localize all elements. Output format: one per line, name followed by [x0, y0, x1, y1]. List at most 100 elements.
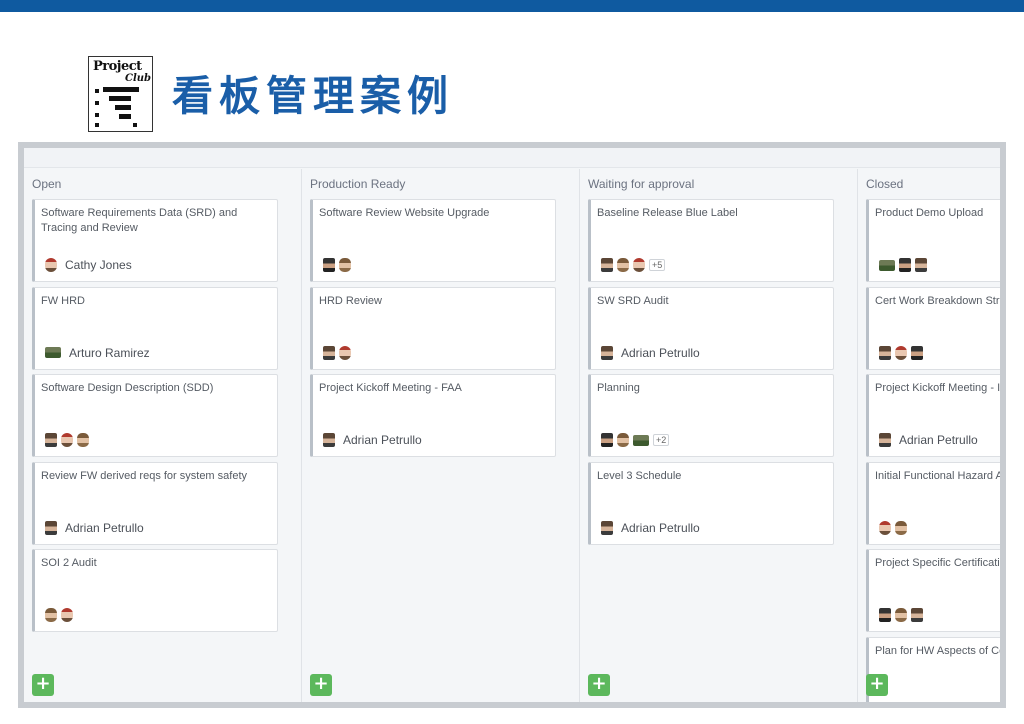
task-card-title: Project Kickoff Meeting - FAA: [319, 382, 462, 394]
avatar[interactable]: [617, 433, 629, 447]
avatar[interactable]: [915, 258, 927, 272]
avatar[interactable]: [339, 258, 351, 272]
avatar[interactable]: [911, 608, 923, 622]
kanban-board: Open Software Requirements Data (SRD) and…: [18, 142, 1006, 708]
avatar[interactable]: [879, 259, 895, 271]
task-card[interactable]: Cert Work Breakdown Stru: [866, 286, 1000, 370]
task-card[interactable]: Initial Functional Hazard A: [866, 461, 1000, 545]
column-open: Open Software Requirements Data (SRD) and…: [24, 169, 302, 702]
task-card-title: Initial Functional Hazard A: [875, 469, 1000, 482]
task-card-assignees: +5: [601, 258, 666, 272]
avatar[interactable]: [895, 345, 907, 360]
avatar[interactable]: [895, 608, 907, 622]
avatar[interactable]: [601, 345, 613, 360]
avatar[interactable]: [339, 345, 351, 360]
task-card-assignees: [45, 608, 73, 622]
task-card[interactable]: Software Review Website Upgrade: [310, 199, 556, 282]
avatar[interactable]: [77, 433, 89, 447]
task-card[interactable]: SW SRD Audit Adrian Petrullo: [588, 286, 834, 370]
assignee-name: Cathy Jones: [65, 258, 132, 272]
task-card-title: Product Demo Upload: [875, 207, 984, 219]
avatar[interactable]: [617, 258, 629, 272]
board-header-strip: [24, 148, 1000, 168]
avatar[interactable]: [45, 347, 61, 358]
task-card-title: SOI 2 Audit: [41, 557, 97, 569]
avatar[interactable]: [601, 258, 613, 272]
task-card-title: Software Review Website Upgrade: [319, 207, 490, 219]
task-card[interactable]: Software Requirements Data (SRD) and Tra…: [32, 199, 278, 282]
task-card[interactable]: Baseline Release Blue Label +5: [588, 199, 834, 282]
assignee-name: Adrian Petrullo: [621, 520, 700, 535]
avatar[interactable]: [879, 433, 891, 447]
avatar[interactable]: [879, 520, 891, 535]
add-card-button[interactable]: +: [32, 674, 54, 696]
column-waiting-for-approval: Waiting for approval Baseline Release Blu…: [580, 169, 858, 702]
column-title: Open: [32, 177, 62, 191]
task-card[interactable]: Project Kickoff Meeting - FAA Adrian Petr…: [310, 374, 556, 457]
task-card[interactable]: Planning +2: [588, 374, 834, 457]
avatar[interactable]: [45, 608, 57, 622]
assignee-name: Adrian Petrullo: [621, 345, 700, 360]
assignee-name: Adrian Petrullo: [65, 520, 144, 535]
avatar[interactable]: [601, 433, 613, 447]
column-closed: Closed Product Demo Upload Cert Work Break…: [858, 169, 1000, 702]
task-card-assignees: [879, 258, 927, 272]
task-card-assignees: Cathy Jones: [45, 258, 132, 272]
avatar[interactable]: [633, 258, 645, 272]
page-title: 看板管理案例: [172, 72, 454, 120]
task-card-title: Baseline Release Blue Label: [597, 207, 738, 219]
task-card-title: Software Requirements Data (SRD) and Tra…: [41, 207, 238, 234]
task-card-assignees: Adrian Petrullo: [323, 433, 422, 447]
task-card-title: Planning: [597, 382, 640, 394]
task-card[interactable]: Product Demo Upload: [866, 199, 1000, 282]
task-card-assignees: [879, 520, 907, 535]
task-card[interactable]: FW HRD Arturo Ramirez: [32, 286, 278, 370]
kanban-board-canvas: Open Software Requirements Data (SRD) and…: [24, 148, 1000, 702]
avatar[interactable]: [45, 433, 57, 447]
task-card[interactable]: Project Specific Certificatio: [866, 549, 1000, 632]
avatar[interactable]: [61, 608, 73, 622]
top-banner-bar: [0, 0, 1024, 12]
avatar[interactable]: [45, 520, 57, 535]
task-card-title: FW HRD: [41, 294, 85, 307]
avatar[interactable]: [879, 608, 891, 622]
task-card-assignees: +2: [601, 433, 670, 447]
avatar[interactable]: [895, 520, 907, 535]
add-card-button[interactable]: +: [866, 674, 888, 696]
task-card-assignees: Adrian Petrullo: [879, 433, 978, 447]
avatar[interactable]: [323, 433, 335, 447]
assignee-name: Arturo Ramirez: [69, 345, 150, 360]
task-card-title: Project Specific Certificatio: [875, 557, 1000, 569]
add-card-button[interactable]: +: [588, 674, 610, 696]
project-club-logo: Project Club: [88, 56, 153, 132]
task-card-title: Review FW derived reqs for system safety: [41, 469, 248, 482]
more-assignees-badge[interactable]: +5: [649, 259, 666, 271]
avatar[interactable]: [911, 345, 923, 360]
assignee-name: Adrian Petrullo: [343, 433, 422, 447]
task-card-title: Plan for HW Aspects of Cer: [875, 644, 1000, 657]
task-card-assignees: [323, 345, 351, 360]
add-card-button[interactable]: +: [310, 674, 332, 696]
avatar[interactable]: [61, 433, 73, 447]
task-card[interactable]: HRD Review: [310, 286, 556, 370]
column-production-ready: Production Ready Software Review Website …: [302, 169, 580, 702]
task-card-assignees: [323, 258, 351, 272]
more-assignees-badge[interactable]: +2: [653, 434, 670, 446]
task-card-assignees: Adrian Petrullo: [601, 520, 700, 535]
avatar[interactable]: [879, 345, 891, 360]
task-card-title: HRD Review: [319, 294, 382, 307]
task-card[interactable]: Level 3 Schedule Adrian Petrullo: [588, 461, 834, 545]
avatar[interactable]: [323, 345, 335, 360]
task-card[interactable]: Project Kickoff Meeting - Ir Adrian Petru…: [866, 374, 1000, 457]
avatar[interactable]: [633, 434, 649, 446]
avatar[interactable]: [45, 258, 57, 272]
task-card[interactable]: Software Design Description (SDD): [32, 374, 278, 457]
task-card[interactable]: SOI 2 Audit: [32, 549, 278, 632]
avatar[interactable]: [323, 258, 335, 272]
avatar[interactable]: [899, 258, 911, 272]
task-card-assignees: [879, 608, 923, 622]
task-card-title: Project Kickoff Meeting - Ir: [875, 382, 1000, 394]
column-title: Closed: [866, 177, 904, 191]
task-card[interactable]: Review FW derived reqs for system safety…: [32, 461, 278, 545]
avatar[interactable]: [601, 520, 613, 535]
